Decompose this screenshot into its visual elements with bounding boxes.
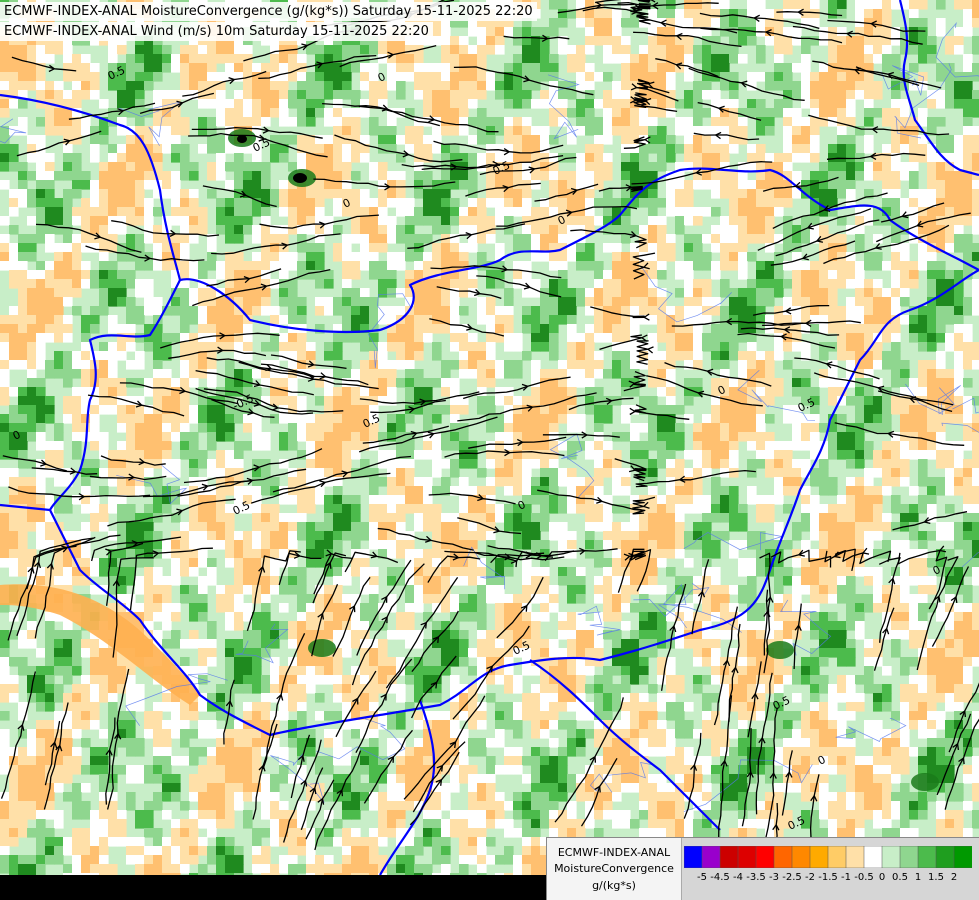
legend-tick-row: -5 -4.5 -4 -3.5 -3 -2.5 -2 -1.5 -1 -0.5 0 0.5 1 1.5 2 xyxy=(684,872,976,888)
legend-tick-label: -1 xyxy=(841,872,851,883)
legend-tick-label: 0.5 xyxy=(892,872,908,883)
moisture-convergence-map[interactable]: 0.5 00.500.50-0.50.500.5 00.500.500.500.5 xyxy=(0,0,979,875)
legend-tick-label: -4.5 xyxy=(710,872,730,883)
map-title-moisture: ECMWF-INDEX-ANAL MoistureConvergence (g/… xyxy=(0,2,537,21)
color-legend: ECMWF-INDEX-ANAL MoistureConvergence g/(… xyxy=(546,837,979,900)
legend-tick-label: -2.5 xyxy=(782,872,802,883)
legend-swatch xyxy=(917,846,937,868)
legend-swatch xyxy=(684,846,703,868)
legend-swatch xyxy=(809,846,829,868)
legend-tick-label: 1.5 xyxy=(928,872,944,883)
legend-tick-label: 0 xyxy=(878,872,886,883)
legend-tick-label: 1 xyxy=(914,872,922,883)
legend-tick-label: -5 xyxy=(697,872,707,883)
legend-tick-label: -0.5 xyxy=(854,872,874,883)
legend-swatch xyxy=(935,846,955,868)
legend-swatch xyxy=(899,846,919,868)
legend-tick-label: -1.5 xyxy=(818,872,838,883)
legend-swatch xyxy=(737,846,757,868)
legend-swatch xyxy=(845,846,865,868)
legend-swatch xyxy=(863,846,883,868)
legend-swatch xyxy=(791,846,811,868)
legend-parameter: MoistureConvergence xyxy=(554,862,674,875)
legend-unit: g/(kg*s) xyxy=(592,879,636,892)
legend-swatch xyxy=(701,846,721,868)
legend-swatch xyxy=(881,846,901,868)
legend-label-box: ECMWF-INDEX-ANAL MoistureConvergence g/(… xyxy=(547,838,682,900)
legend-color-bar xyxy=(684,846,972,868)
map-view: 0.5 0 0.5 0 0.5 0 -0.5 0.5 0 0.5 0 0.5 0 0.5 0 0.5 0 0.5 … xyxy=(0,0,979,900)
legend-tick-label: -3 xyxy=(769,872,779,883)
legend-tick-label: 2 xyxy=(950,872,958,883)
legend-tick-label: -4 xyxy=(733,872,743,883)
legend-swatch xyxy=(755,846,775,868)
legend-swatch xyxy=(719,846,739,868)
legend-swatch xyxy=(953,846,972,868)
legend-model: ECMWF-INDEX-ANAL xyxy=(557,846,671,859)
legend-swatch xyxy=(773,846,793,868)
map-title-wind: ECMWF-INDEX-ANAL Wind (m/s) 10m Saturday… xyxy=(0,22,433,41)
legend-swatch xyxy=(827,846,847,868)
legend-tick-label: -2 xyxy=(805,872,815,883)
legend-tick-label: -3.5 xyxy=(746,872,766,883)
